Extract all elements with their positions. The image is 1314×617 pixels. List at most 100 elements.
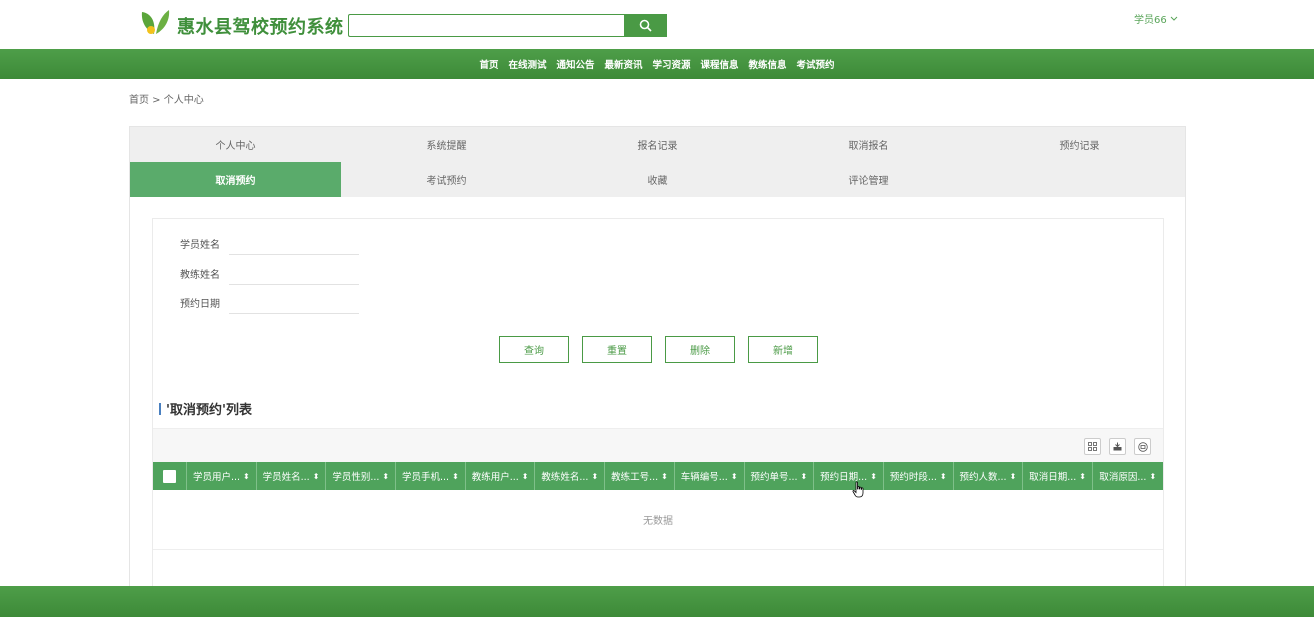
search-icon <box>639 19 652 32</box>
nav-item-resources[interactable]: 学习资源 <box>653 57 691 71</box>
empty-state: 无数据 <box>153 490 1163 550</box>
column-header-label: 学员性别... <box>332 472 380 483</box>
export-icon <box>1113 442 1122 451</box>
nav-item-news[interactable]: 最新资讯 <box>604 57 642 71</box>
tab-booking-records[interactable]: 预约记录 <box>974 127 1185 162</box>
sort-icon: ⬍ <box>939 471 947 481</box>
content-area: 学员姓名 教练姓名 预约日期 查询 重置 删除 新增 '取消预约'列表 学员用户… <box>152 218 1164 598</box>
form-row-booking-date: 预约日期 <box>153 288 359 316</box>
column-header-booking-count[interactable]: 预约人数... ⬍ <box>954 462 1024 490</box>
nav-item-home[interactable]: 首页 <box>479 57 498 71</box>
columns-toggle-button[interactable] <box>1084 438 1101 455</box>
sort-icon: ⬍ <box>591 471 599 481</box>
query-button[interactable]: 查询 <box>499 336 569 363</box>
nav-item-online-test[interactable]: 在线测试 <box>508 57 546 71</box>
list-title: '取消预约'列表 <box>159 399 252 418</box>
coach-name-input[interactable] <box>229 261 359 285</box>
sort-icon: ⬍ <box>1149 471 1157 481</box>
nav-item-exam-booking[interactable]: 考试预约 <box>797 57 835 71</box>
sort-icon: ⬍ <box>243 471 250 481</box>
column-header-label: 预约人数... <box>959 472 1007 483</box>
nav-item-coaches[interactable]: 教练信息 <box>749 57 787 71</box>
select-all-cell <box>153 462 187 490</box>
delete-button[interactable]: 删除 <box>665 336 735 363</box>
hand-cursor-icon <box>852 481 864 498</box>
main-nav: 首页 在线测试 通知公告 最新资讯 学习资源 课程信息 教练信息 考试预约 <box>0 49 1314 79</box>
column-header-label: 预约单号... <box>750 472 798 483</box>
column-header-label: 学员手机... <box>402 472 450 483</box>
column-header-student-phone[interactable]: 学员手机... ⬍ <box>396 462 466 490</box>
column-header-label: 教练工号... <box>611 472 659 483</box>
column-header-label: 车辆编号... <box>680 472 728 483</box>
tab-bar: 个人中心 系统提醒 报名记录 取消报名 预约记录 取消预约 考试预约 收藏 评论… <box>130 127 1185 197</box>
form-row-coach-name: 教练姓名 <box>153 259 359 287</box>
column-header-label: 取消日期... <box>1029 472 1077 483</box>
tab-favorites[interactable]: 收藏 <box>552 162 763 197</box>
export-button[interactable] <box>1109 438 1126 455</box>
student-name-input[interactable] <box>229 231 359 255</box>
header: 惠水县驾校预约系统 学员66 <box>0 0 1314 49</box>
select-all-checkbox[interactable] <box>163 469 176 483</box>
sort-icon: ⬍ <box>661 471 668 481</box>
column-header-booking-slot[interactable]: 预约时段... ⬍ <box>884 462 954 490</box>
booking-date-input[interactable] <box>229 290 359 314</box>
form-row-student-name: 学员姓名 <box>153 229 359 257</box>
column-header-coach-id[interactable]: 教练工号... ⬍ <box>605 462 675 490</box>
sort-icon: ⬍ <box>382 471 390 481</box>
column-header-student-username[interactable]: 学员用户... ⬍ <box>187 462 257 490</box>
column-header-label: 教练姓名... <box>541 472 589 483</box>
table-header: 学员用户... ⬍ 学员姓名... ⬍ 学员性别... ⬍ 学员手机... ⬍ 教练用户… <box>153 462 1163 490</box>
column-header-label: 学员用户... <box>192 472 241 483</box>
tab-cancel-registration[interactable]: 取消报名 <box>763 127 974 162</box>
print-button[interactable] <box>1134 438 1151 455</box>
title-accent-bar <box>159 402 161 415</box>
list-title-text: '取消预约'列表 <box>166 403 252 418</box>
site-title: 惠水县驾校预约系统 <box>177 17 344 38</box>
reset-button[interactable]: 重置 <box>582 336 652 363</box>
sort-icon: ⬍ <box>870 471 877 481</box>
column-header-coach-username[interactable]: 教练用户... ⬍ <box>466 462 536 490</box>
sort-icon: ⬍ <box>1009 471 1017 481</box>
column-header-vehicle-number[interactable]: 车辆编号... ⬍ <box>675 462 745 490</box>
chevron-down-icon <box>1170 16 1178 21</box>
add-button[interactable]: 新增 <box>748 336 818 363</box>
footer <box>0 586 1314 617</box>
sort-icon: ⬍ <box>312 471 320 481</box>
user-menu[interactable]: 学员66 <box>1134 11 1178 26</box>
column-header-cancel-date[interactable]: 取消日期... ⬍ <box>1023 462 1093 490</box>
sort-icon: ⬍ <box>800 471 808 481</box>
sort-icon: ⬍ <box>730 471 738 481</box>
tab-registration-records[interactable]: 报名记录 <box>552 127 763 162</box>
column-header-student-gender[interactable]: 学员性别... ⬍ <box>326 462 397 490</box>
table-toolbar <box>153 428 1163 462</box>
print-icon <box>1137 441 1148 452</box>
leaf-logo-icon <box>141 10 170 34</box>
column-header-cancel-reason[interactable]: 取消原因... ⬍ <box>1093 462 1163 490</box>
column-header-label: 教练用户... <box>471 472 519 483</box>
search-box[interactable] <box>348 14 624 37</box>
search-button[interactable] <box>624 14 667 37</box>
sort-icon: ⬍ <box>1079 471 1086 481</box>
column-header-label: 学员姓名... <box>262 472 310 483</box>
column-header-booking-number[interactable]: 预约单号... ⬍ <box>745 462 815 490</box>
tab-cancel-booking[interactable]: 取消预约 <box>130 162 341 197</box>
search-input[interactable] <box>349 15 624 37</box>
columns-icon <box>1088 442 1097 451</box>
booking-date-label: 预约日期 <box>180 298 220 310</box>
coach-name-label: 教练姓名 <box>180 269 220 281</box>
nav-item-notices[interactable]: 通知公告 <box>556 57 594 71</box>
column-header-label: 取消原因... <box>1099 472 1147 483</box>
column-header-booking-date[interactable]: 预约日期... ⬍ <box>814 462 884 490</box>
tab-personal-center[interactable]: 个人中心 <box>130 127 341 162</box>
personal-center-panel: 个人中心 系统提醒 报名记录 取消报名 预约记录 取消预约 考试预约 收藏 评论… <box>129 126 1186 598</box>
sort-icon: ⬍ <box>521 471 529 481</box>
nav-item-courses[interactable]: 课程信息 <box>701 57 739 71</box>
column-header-label: 预约时段... <box>889 472 937 483</box>
tab-comment-management[interactable]: 评论管理 <box>763 162 974 197</box>
breadcrumb: 首页 > 个人中心 <box>129 95 204 106</box>
sort-icon: ⬍ <box>452 471 459 481</box>
column-header-student-name[interactable]: 学员姓名... ⬍ <box>257 462 327 490</box>
column-header-coach-name[interactable]: 教练姓名... ⬍ <box>535 462 606 490</box>
tab-system-reminder[interactable]: 系统提醒 <box>341 127 552 162</box>
tab-exam-booking[interactable]: 考试预约 <box>341 162 552 197</box>
